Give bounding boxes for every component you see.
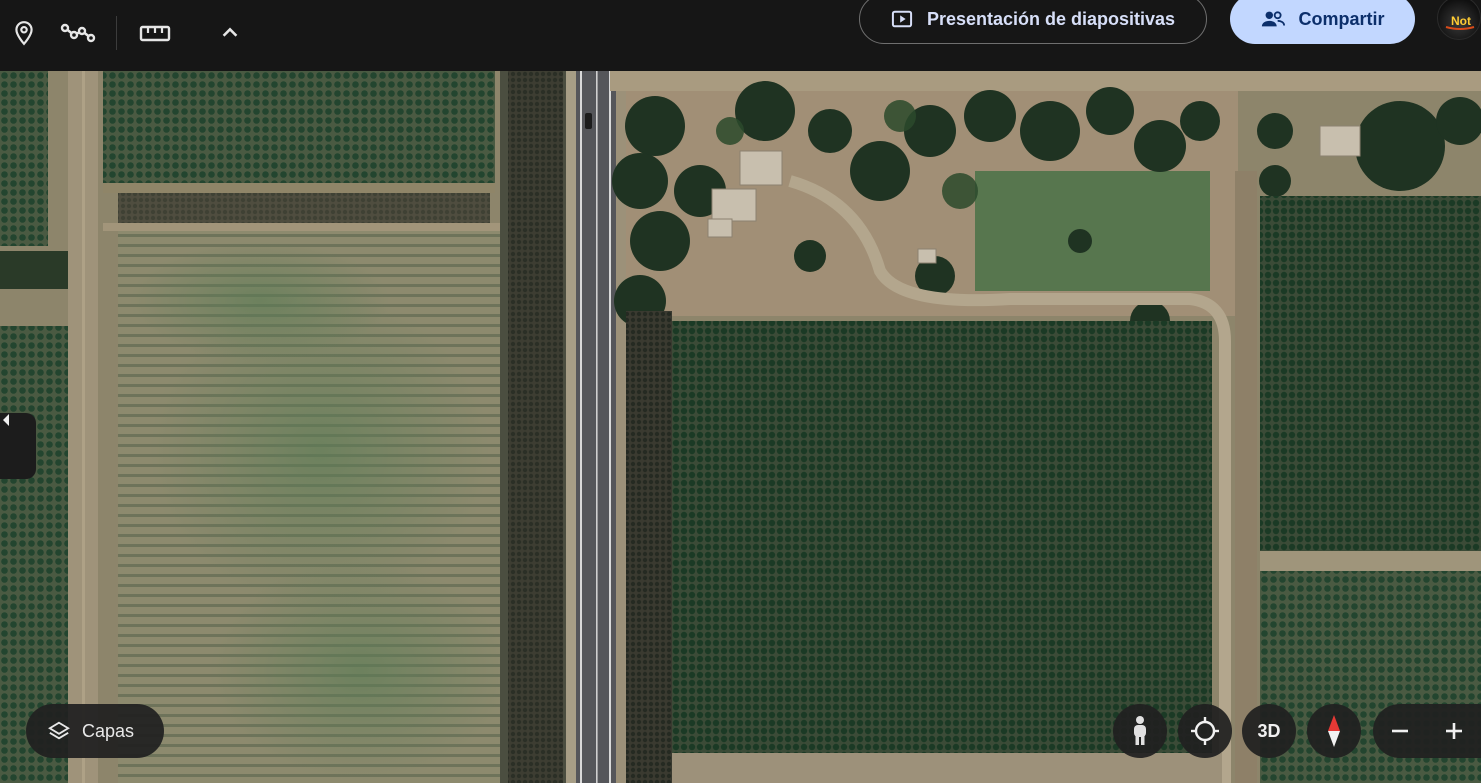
layers-label: Capas [82, 720, 135, 741]
layers-icon [48, 721, 70, 740]
path-icon[interactable] [59, 14, 97, 52]
satellite-imagery [0, 71, 1481, 783]
zoom-in-button[interactable] [1427, 704, 1481, 758]
three-d-label: 3D [1257, 720, 1281, 741]
crosshair-icon [1191, 717, 1219, 745]
people-icon [1262, 11, 1286, 27]
avatar-text: Not [1451, 14, 1471, 28]
compass-button[interactable] [1307, 704, 1361, 758]
compass-icon [1328, 715, 1340, 747]
side-panel-toggle[interactable] [0, 413, 36, 479]
share-label: Compartir [1298, 8, 1385, 29]
three-d-toggle[interactable]: 3D [1242, 704, 1296, 758]
plus-icon [1446, 723, 1462, 739]
slideshow-label: Presentación de diapositivas [926, 8, 1176, 29]
chevron-left-icon [3, 414, 9, 426]
satellite-map[interactable] [0, 71, 1481, 783]
top-toolbar: Presentación de diapositivas Compartir N… [0, 0, 1481, 71]
slideshow-icon [891, 10, 913, 28]
zoom-controls [1373, 704, 1481, 758]
place-marker-icon[interactable] [5, 14, 43, 52]
minus-icon [1392, 729, 1408, 733]
ruler-icon[interactable] [136, 14, 174, 52]
layers-button[interactable]: Capas [26, 704, 164, 758]
avatar-logo: Not [1445, 14, 1475, 30]
my-location-button[interactable] [1178, 704, 1232, 758]
slideshow-button[interactable]: Presentación de diapositivas [859, 0, 1207, 44]
pegman-icon [1134, 716, 1146, 745]
chevron-up-icon[interactable] [211, 14, 249, 52]
share-button[interactable]: Compartir [1230, 0, 1415, 44]
zoom-out-button[interactable] [1373, 704, 1427, 758]
avatar[interactable]: Not [1437, 0, 1481, 40]
toolbar-separator [116, 16, 117, 50]
street-view-button[interactable] [1113, 704, 1167, 758]
